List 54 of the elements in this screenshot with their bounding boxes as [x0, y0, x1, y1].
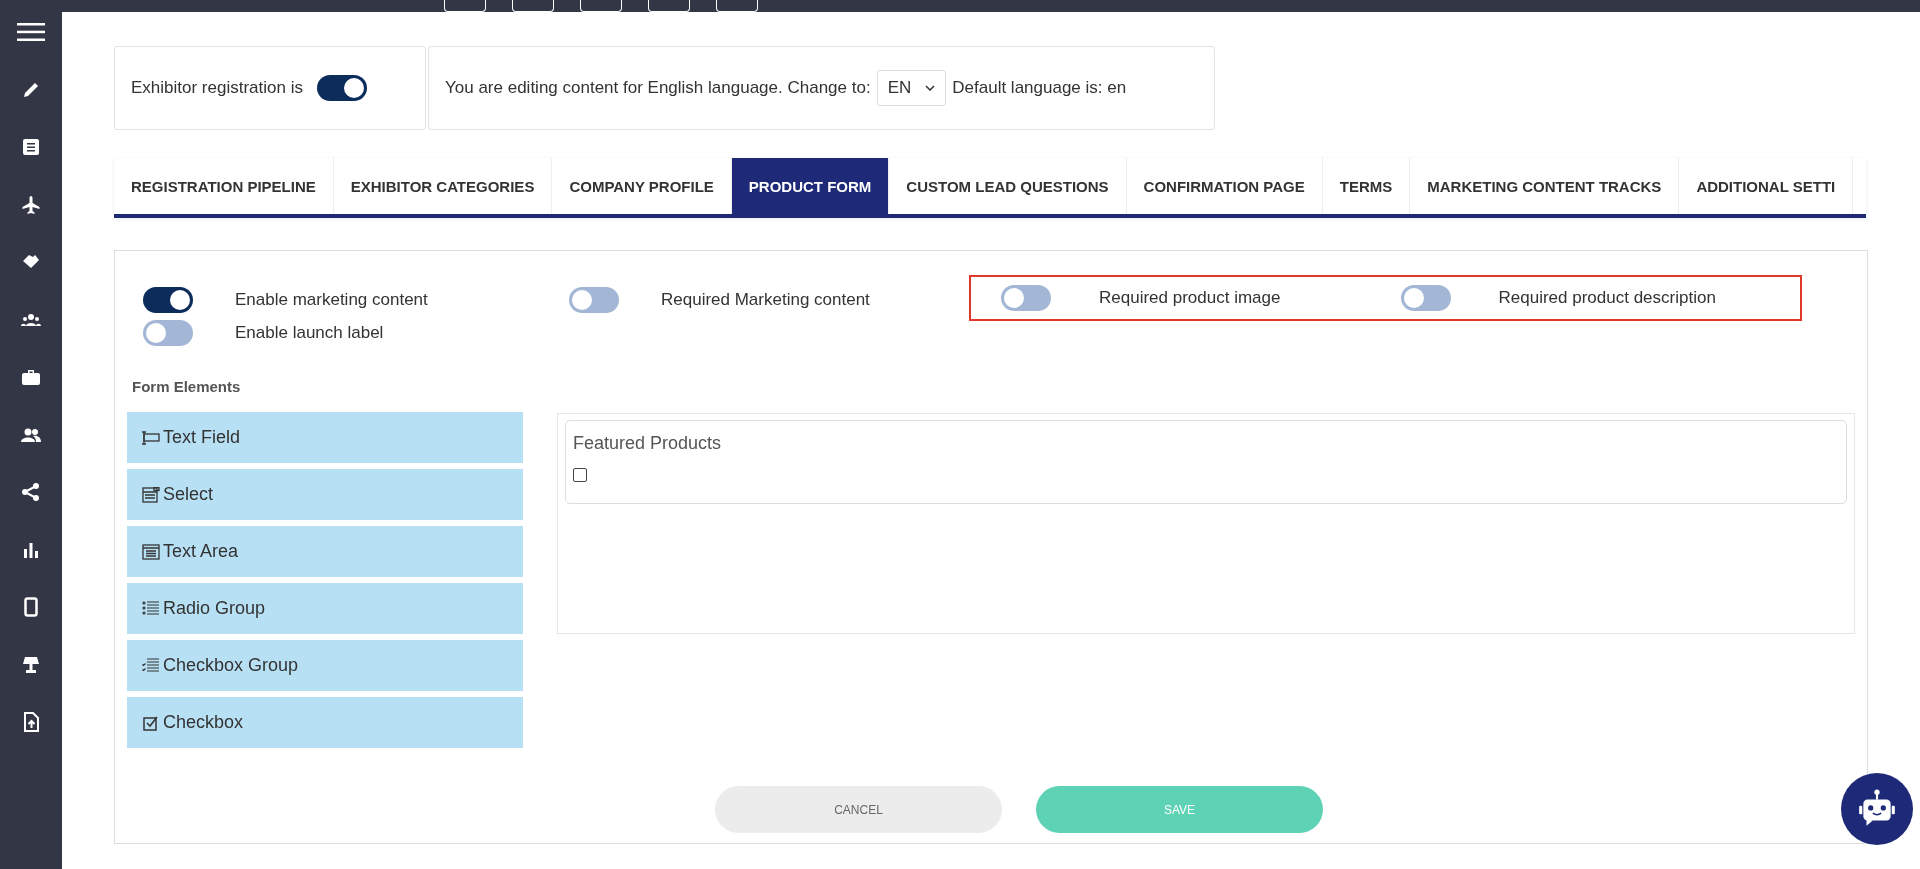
toggle-label: Enable launch label	[235, 323, 384, 343]
lamp-icon[interactable]	[21, 654, 41, 675]
toolbar-button[interactable]	[716, 0, 758, 12]
toolbar-button[interactable]	[580, 0, 622, 12]
radio-icon	[142, 600, 160, 617]
tablet-icon[interactable]	[21, 597, 41, 617]
tab[interactable]: MARKETING CONTENT TRACKS	[1410, 158, 1680, 214]
caret-icon	[925, 85, 936, 91]
language-select[interactable]: EN	[876, 70, 947, 106]
language-text: You are editing content for English language. Change to:	[445, 78, 871, 98]
tab[interactable]: EXHIBITOR CATEGORIES	[333, 158, 553, 214]
toggle-switch[interactable]	[143, 320, 193, 346]
textfield-icon	[142, 429, 160, 446]
form-element-item[interactable]: Select	[127, 469, 523, 520]
toggle-switch[interactable]	[569, 287, 619, 313]
default-language-text: Default language is: en	[952, 78, 1127, 98]
form-elements-title: Form Elements	[131, 378, 242, 395]
toolbar-button[interactable]	[648, 0, 690, 12]
form-element-item[interactable]: Checkbox Group	[127, 640, 523, 691]
checkbox[interactable]	[573, 468, 587, 482]
toggle-switch[interactable]	[1001, 285, 1051, 311]
tab[interactable]: CUSTOM LEAD QUESTIONS	[889, 158, 1127, 214]
registration-label: Exhibitor registration is	[131, 78, 303, 98]
checkbox-icon	[142, 714, 160, 731]
toggle-switch[interactable]	[1400, 285, 1451, 311]
field-label: Featured Products	[573, 433, 723, 454]
form-element-item[interactable]: Text Field	[127, 412, 523, 463]
airplane-icon[interactable]	[21, 194, 41, 215]
share-icon[interactable]	[21, 482, 41, 502]
toggle-label: Required product description	[1498, 288, 1716, 308]
form-element-item[interactable]: Checkbox	[127, 697, 523, 748]
tab[interactable]: REGISTRATION PIPELINE	[114, 158, 334, 214]
toolbar-button[interactable]	[444, 0, 486, 12]
file-upload-icon[interactable]	[21, 712, 41, 732]
toggle-label: Required product image	[1099, 288, 1281, 308]
tab[interactable]: ADDITIONAL SETTI	[1679, 158, 1854, 214]
toggle-label: Required Marketing content	[661, 290, 870, 310]
cancel-button[interactable]: CANCEL	[715, 786, 1002, 833]
menu-icon[interactable]	[17, 22, 45, 42]
registration-toggle[interactable]	[316, 75, 367, 101]
tab[interactable]: COMPANY PROFILE	[552, 158, 732, 214]
toggle-label: Enable marketing content	[235, 290, 428, 310]
tab[interactable]: CONFIRMATION PAGE	[1126, 158, 1323, 214]
briefcase-icon[interactable]	[21, 367, 41, 387]
tab[interactable]: PRODUCT FORM	[731, 158, 890, 214]
form-element-item[interactable]: Text Area	[127, 526, 523, 577]
list-icon[interactable]	[21, 137, 41, 157]
textarea-icon	[142, 543, 160, 560]
select-icon	[142, 486, 160, 503]
form-element-item[interactable]: Radio Group	[127, 583, 523, 634]
toggle-switch[interactable]	[143, 287, 193, 313]
checkgroup-icon	[142, 657, 160, 674]
toolbar-button[interactable]	[512, 0, 554, 12]
tab[interactable]: TERMS	[1322, 158, 1411, 214]
